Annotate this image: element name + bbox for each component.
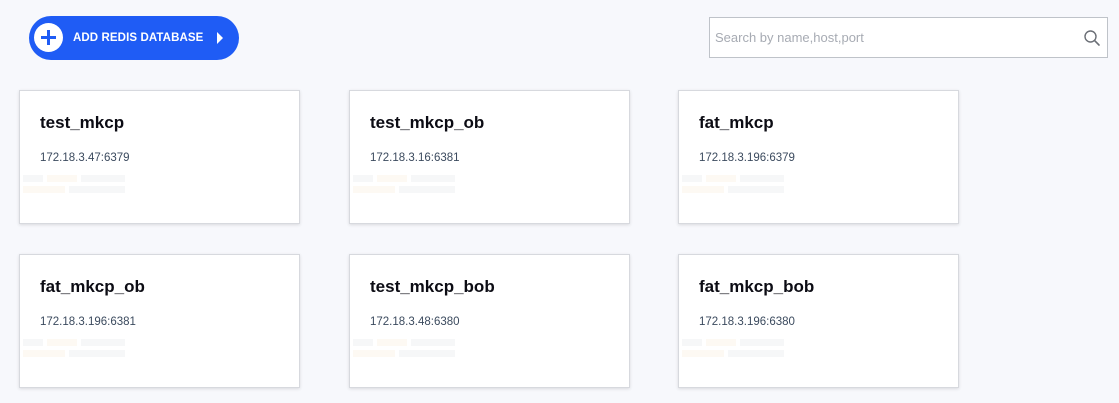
add-redis-database-button[interactable]: ADD REDIS DATABASE xyxy=(29,16,239,60)
add-redis-database-label: ADD REDIS DATABASE xyxy=(73,32,204,44)
card-watermark-graphic xyxy=(353,175,455,193)
database-name: fat_mkcp xyxy=(699,113,774,132)
card-watermark-graphic xyxy=(353,339,455,357)
card-watermark-graphic xyxy=(23,339,125,357)
search-icon[interactable] xyxy=(1083,29,1101,47)
database-address: 172.18.3.196:6381 xyxy=(40,316,136,328)
database-name: fat_mkcp_bob xyxy=(699,277,815,296)
database-address: 172.18.3.16:6381 xyxy=(370,152,460,164)
database-card[interactable]: fat_mkcp_ob 172.18.3.196:6381 xyxy=(19,254,300,388)
database-card[interactable]: test_mkcp 172.18.3.47:6379 xyxy=(19,90,300,224)
database-card[interactable]: fat_mkcp_bob 172.18.3.196:6380 xyxy=(678,254,959,388)
database-address: 172.18.3.196:6379 xyxy=(699,152,795,164)
database-card[interactable]: fat_mkcp 172.18.3.196:6379 xyxy=(678,90,959,224)
database-card[interactable]: test_mkcp_bob 172.18.3.48:6380 xyxy=(349,254,630,388)
card-watermark-graphic xyxy=(682,175,784,193)
search-input[interactable] xyxy=(710,18,1080,57)
card-watermark-graphic xyxy=(682,339,784,357)
database-card[interactable]: test_mkcp_ob 172.18.3.16:6381 xyxy=(349,90,630,224)
database-address: 172.18.3.47:6379 xyxy=(40,152,130,164)
card-watermark-graphic xyxy=(23,175,125,193)
search-box xyxy=(709,17,1108,58)
database-address: 172.18.3.48:6380 xyxy=(370,316,460,328)
plus-icon xyxy=(34,23,63,52)
database-address: 172.18.3.196:6380 xyxy=(699,316,795,328)
database-name: fat_mkcp_ob xyxy=(40,277,145,296)
database-name: test_mkcp_ob xyxy=(370,113,485,132)
database-name: test_mkcp xyxy=(40,113,125,132)
database-name: test_mkcp_bob xyxy=(370,277,495,296)
caret-right-icon xyxy=(217,32,223,44)
